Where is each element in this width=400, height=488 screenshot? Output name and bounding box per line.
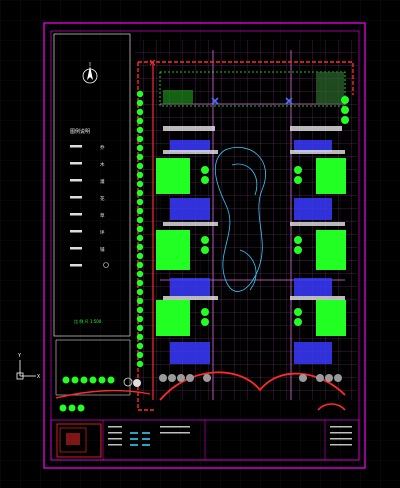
tree-row-west [136, 90, 144, 368]
ucs-x-label: X [37, 374, 40, 380]
legend-item-label: 灌 [100, 178, 105, 185]
legend-title: 图例说明 [70, 128, 90, 135]
legend-item-label: 铺 [100, 246, 105, 253]
right-planting-blocks [316, 158, 346, 336]
legend-item-label: 草 [100, 212, 105, 219]
ucs-y-label: Y [18, 353, 21, 359]
legend-item-label: 花 [100, 195, 105, 202]
left-planting-blocks [156, 158, 190, 336]
legend-item-label: 坪 [100, 229, 105, 236]
legend-item-label: 乔 [100, 144, 105, 151]
cad-drawing-canvas[interactable]: 图例说明 乔 木 灌 花 草 坪 铺 比 例 尺 1:500 Y X [0, 0, 400, 488]
legend-footnote: 比 例 尺 1:500 [74, 318, 102, 324]
legend-item-label: 木 [100, 161, 105, 168]
